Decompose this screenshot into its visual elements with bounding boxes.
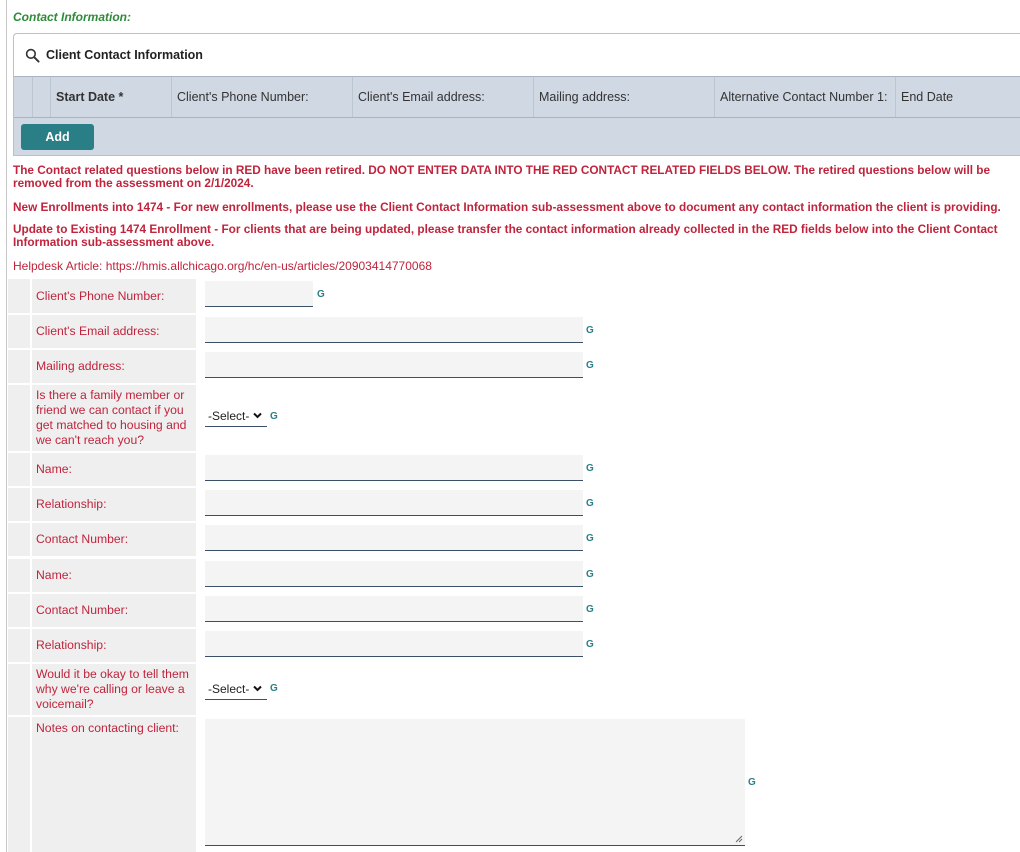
update-enrollment-notice: Update to Existing 1474 Enrollment - For… bbox=[13, 222, 998, 249]
voicemail-select[interactable]: -Select- bbox=[205, 678, 267, 700]
field-row-contact-number-1: Contact Number: G bbox=[8, 523, 1020, 558]
g-indicator[interactable]: G bbox=[586, 604, 594, 615]
chevron-down-icon bbox=[253, 412, 263, 419]
row-gutter bbox=[8, 315, 30, 348]
field-row-name-2: Name: G bbox=[8, 559, 1020, 594]
field-label-contact-number: Contact Number: bbox=[32, 594, 196, 627]
row-gutter bbox=[8, 385, 30, 451]
retired-notice: The Contact related questions below in R… bbox=[13, 163, 991, 190]
column-header-mailing[interactable]: Mailing address: bbox=[539, 77, 630, 117]
row-gutter bbox=[8, 717, 30, 852]
row-gutter bbox=[8, 664, 30, 715]
phone-number-input[interactable] bbox=[205, 281, 313, 307]
row-gutter bbox=[8, 629, 30, 662]
g-indicator[interactable]: G bbox=[586, 498, 594, 509]
row-gutter bbox=[8, 523, 30, 556]
left-border bbox=[6, 0, 7, 852]
contact-number-input[interactable] bbox=[205, 525, 583, 551]
column-separator bbox=[533, 77, 534, 117]
field-row-relationship-2: Relationship: G bbox=[8, 629, 1020, 664]
contact-number-input[interactable] bbox=[205, 596, 583, 622]
row-gutter bbox=[8, 350, 30, 383]
g-indicator[interactable]: G bbox=[586, 463, 594, 474]
field-label-email: Client's Email address: bbox=[32, 315, 196, 348]
field-row-relationship-1: Relationship: G bbox=[8, 488, 1020, 523]
field-label-name: Name: bbox=[32, 559, 196, 592]
field-label-name: Name: bbox=[32, 453, 196, 486]
field-row-email: Client's Email address: G bbox=[8, 315, 1020, 350]
select-value: -Select- bbox=[208, 408, 250, 423]
sub-assessment-title: Client Contact Information bbox=[46, 48, 203, 62]
row-gutter bbox=[8, 594, 30, 627]
column-separator bbox=[171, 77, 172, 117]
field-label-relationship: Relationship: bbox=[32, 488, 196, 521]
field-row-mailing: Mailing address: G bbox=[8, 350, 1020, 385]
field-label-family-contact: Is there a family member or friend we ca… bbox=[32, 385, 196, 451]
section-title: Contact Information: bbox=[13, 10, 131, 24]
notes-textarea[interactable] bbox=[205, 719, 745, 846]
g-indicator[interactable]: G bbox=[586, 569, 594, 580]
relationship-input[interactable] bbox=[205, 490, 583, 516]
sub-assessment-header: Client Contact Information bbox=[14, 34, 1020, 76]
row-gutter bbox=[8, 279, 30, 313]
field-row-voicemail: Would it be okay to tell them why we're … bbox=[8, 664, 1020, 717]
g-indicator[interactable]: G bbox=[586, 639, 594, 650]
g-indicator[interactable]: G bbox=[586, 325, 594, 336]
column-header-alt-contact[interactable]: Alternative Contact Number 1: bbox=[720, 77, 887, 117]
field-row-contact-number-2: Contact Number: G bbox=[8, 594, 1020, 629]
field-row-name-1: Name: G bbox=[8, 453, 1020, 488]
field-label-contact-number: Contact Number: bbox=[32, 523, 196, 556]
client-contact-sub-assessment: Client Contact Information Start Date * … bbox=[13, 33, 1020, 156]
column-separator bbox=[895, 77, 896, 117]
field-label-notes: Notes on contacting client: bbox=[32, 717, 196, 852]
grid-header-row: Start Date * Client's Phone Number: Clie… bbox=[14, 76, 1020, 118]
field-label-mailing: Mailing address: bbox=[32, 350, 196, 383]
g-indicator[interactable]: G bbox=[317, 289, 325, 300]
g-indicator[interactable]: G bbox=[270, 411, 278, 422]
column-separator bbox=[352, 77, 353, 117]
column-separator bbox=[50, 77, 51, 117]
field-row-family-contact: Is there a family member or friend we ca… bbox=[8, 385, 1020, 453]
resize-grip-icon[interactable] bbox=[735, 835, 743, 843]
new-enrollment-notice: New Enrollments into 1474 - For new enro… bbox=[13, 200, 1001, 214]
select-value: -Select- bbox=[208, 681, 250, 696]
field-label-phone: Client's Phone Number: bbox=[32, 279, 196, 313]
field-label-voicemail: Would it be okay to tell them why we're … bbox=[32, 664, 196, 715]
field-label-relationship: Relationship: bbox=[32, 629, 196, 662]
column-separator bbox=[32, 77, 33, 117]
name-input[interactable] bbox=[205, 455, 583, 481]
g-indicator[interactable]: G bbox=[270, 683, 278, 694]
row-gutter bbox=[8, 488, 30, 521]
field-row-phone: Client's Phone Number: G bbox=[8, 279, 1020, 315]
g-indicator[interactable]: G bbox=[586, 533, 594, 544]
search-icon bbox=[25, 48, 40, 63]
g-indicator[interactable]: G bbox=[586, 360, 594, 371]
mailing-address-input[interactable] bbox=[205, 352, 583, 378]
relationship-input[interactable] bbox=[205, 631, 583, 657]
field-row-notes: Notes on contacting client: G bbox=[8, 717, 1020, 852]
g-indicator[interactable]: G bbox=[748, 777, 756, 788]
column-header-phone[interactable]: Client's Phone Number: bbox=[177, 77, 309, 117]
family-contact-select[interactable]: -Select- bbox=[205, 405, 267, 427]
name-input[interactable] bbox=[205, 561, 583, 587]
grid-footer: Add bbox=[14, 118, 1020, 155]
row-gutter bbox=[8, 453, 30, 486]
column-header-email[interactable]: Client's Email address: bbox=[358, 77, 485, 117]
add-button[interactable]: Add bbox=[21, 124, 94, 150]
column-header-end-date[interactable]: End Date bbox=[901, 77, 953, 117]
column-separator bbox=[714, 77, 715, 117]
row-gutter bbox=[8, 559, 30, 592]
helpdesk-article-link[interactable]: Helpdesk Article: https://hmis.allchicag… bbox=[13, 259, 432, 273]
email-address-input[interactable] bbox=[205, 317, 583, 343]
chevron-down-icon bbox=[253, 685, 263, 692]
column-header-start-date[interactable]: Start Date * bbox=[56, 77, 123, 117]
